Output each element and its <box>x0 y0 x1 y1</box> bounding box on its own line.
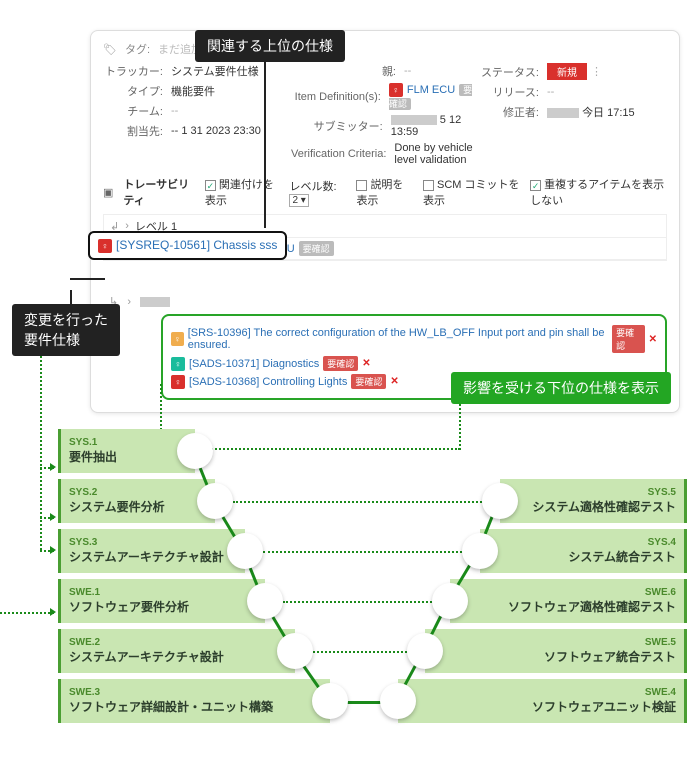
trace-title: トレーサビリティ <box>123 176 194 208</box>
figure-root: 関連する上位の仕様 変更を行った 要件仕様 🏷 タグ: まだ追加されていません … <box>0 30 693 783</box>
itemdef-label: Item Definition(s): <box>291 91 381 103</box>
remove-icon[interactable]: ✕ <box>362 358 370 369</box>
tree-row-lower[interactable]: ♀[SRS-10396] The correct configuration o… <box>171 325 657 353</box>
tag-icon: 🏷 <box>103 43 117 56</box>
parent-value: -- <box>404 65 411 77</box>
type-label: タイプ: <box>103 83 163 99</box>
v-cell-left: SYS.2システム要件分析 <box>58 479 215 523</box>
itemdef-link[interactable]: FLM ECU <box>407 84 455 96</box>
modifier-label: 修正者: <box>479 104 539 120</box>
tag-label: タグ: <box>125 41 150 57</box>
v-model: SYS.1要件抽出 SYS.2システム要件分析 SYS.3システムアーキテクチャ設計… <box>0 409 693 759</box>
cb-desc[interactable]: 説明を表示 <box>356 176 413 208</box>
callout-changed: 変更を行った 要件仕様 <box>12 304 120 356</box>
v-cell-right: SWE.4ソフトウェアユニット検証 <box>398 679 687 723</box>
tree-row-lower[interactable]: ♀[SADS-10371] Diagnostics要確認✕ <box>171 356 657 371</box>
assignee-label: 割当先: <box>103 123 163 139</box>
changed-spec-box[interactable]: ♀ [SYSREQ-10561] Chassis sss <box>88 231 287 260</box>
v-node <box>312 683 348 719</box>
changed-spec-link[interactable]: [SYSREQ-10561] Chassis sss <box>116 238 277 252</box>
level-select[interactable]: レベル数: 2 ▾ <box>289 178 346 206</box>
verif-value: Done by vehicle level validation <box>394 142 479 166</box>
release-label: リリース: <box>479 84 539 100</box>
type-value: 機能要件 <box>171 83 215 99</box>
modifier-value: 今日 17:15 <box>547 104 635 120</box>
v-node <box>197 483 233 519</box>
meta-grid: トラッカー: システム要件仕様 タイプ: 機能要件 チーム: -- 割当先: -- 1 … <box>103 63 667 170</box>
v-cell-right: SYS.4システム統合テスト <box>480 529 687 573</box>
remove-icon[interactable]: ✕ <box>649 334 657 345</box>
team-value: -- <box>171 105 178 117</box>
v-node <box>247 583 283 619</box>
v-cell-right: SYS.5システム適格性確認テスト <box>500 479 687 523</box>
parent-label: 親: <box>291 63 396 79</box>
tracker-label: トラッカー: <box>103 63 163 79</box>
bulb-icon: ♀ <box>389 83 403 97</box>
bulb-icon: ♀ <box>98 239 112 253</box>
cb-assoc[interactable]: 関連付けを表示 <box>205 176 280 208</box>
tracker-value: システム要件仕様 <box>171 63 259 79</box>
bulb-icon: ♀ <box>171 357 185 371</box>
remove-icon[interactable]: ✕ <box>390 376 398 387</box>
assignee-value: -- 1 31 2023 23:30 <box>171 125 261 137</box>
callout-upper: 関連する上位の仕様 <box>195 30 345 62</box>
status-badge: 新規 <box>547 63 587 80</box>
v-node <box>482 483 518 519</box>
v-cell-right: SWE.5ソフトウェア統合テスト <box>425 629 687 673</box>
v-cell-right: SWE.6ソフトウェア適格性確認テスト <box>450 579 687 623</box>
v-node <box>227 533 263 569</box>
v-cell-left: SWE.1ソフトウェア要件分析 <box>58 579 265 623</box>
status-label: ステータス: <box>479 64 539 80</box>
v-cell-left: SWE.3ソフトウェア詳細設計・ユニット構築 <box>58 679 330 723</box>
trace-toolbar: ▣ トレーサビリティ 関連付けを表示 レベル数: 2 ▾ 説明を表示 SCM コ… <box>103 176 667 208</box>
callout-upper-line <box>264 58 266 228</box>
v-node <box>432 583 468 619</box>
itemdef-value[interactable]: ♀FLM ECU要確認 <box>389 83 479 110</box>
bulb-icon: ♀ <box>171 375 185 389</box>
cb-scm[interactable]: SCM コミットを表示 <box>423 176 520 208</box>
callout-lower: 影響を受ける下位の仕様を表示 <box>451 372 671 404</box>
v-cell-left: SYS.1要件抽出 <box>58 429 195 473</box>
submitter-label: サブミッター: <box>291 118 383 134</box>
team-label: チーム: <box>103 103 163 119</box>
callout-changed-line-h <box>70 278 105 280</box>
v-node <box>407 633 443 669</box>
cb-dup[interactable]: 重複するアイテムを表示しない <box>530 176 667 208</box>
bulb-icon: ♀ <box>171 332 184 346</box>
v-node <box>462 533 498 569</box>
v-cell-left: SWE.2システムアーキテクチャ設計 <box>58 629 295 673</box>
v-node <box>177 433 213 469</box>
v-node <box>380 683 416 719</box>
v-node <box>277 633 313 669</box>
detail-panel: 🏷 タグ: まだ追加されていません トラッカー: システム要件仕様 タイプ: 機能要… <box>90 30 680 413</box>
verif-label: Verification Criteria: <box>291 148 386 160</box>
v-cell-left: SYS.3システムアーキテクチャ設計 <box>58 529 245 573</box>
submitter-value: 5 12 13:59 <box>391 114 479 138</box>
tag-row: 🏷 タグ: まだ追加されていません <box>103 41 667 57</box>
release-value: -- <box>547 86 554 98</box>
